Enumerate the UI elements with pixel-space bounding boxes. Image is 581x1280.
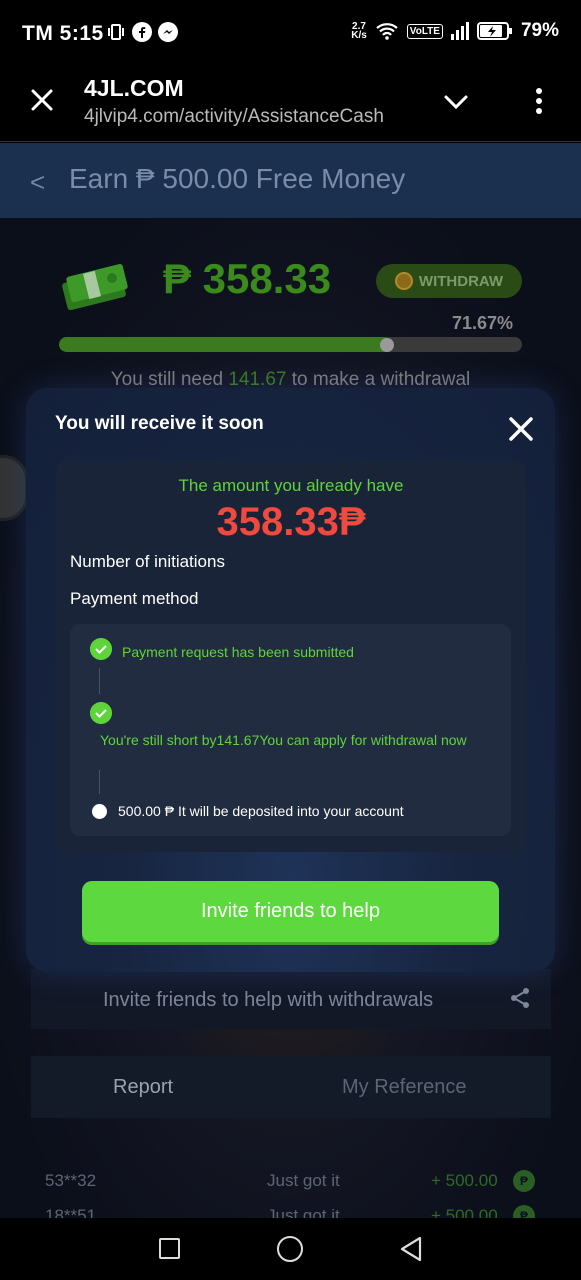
progress-knob bbox=[380, 338, 394, 352]
withdraw-label: WITHDRAW bbox=[418, 272, 504, 290]
step-pending-dot bbox=[92, 804, 107, 819]
peso-coin-icon: ₱ bbox=[513, 1170, 535, 1192]
step-short: You're still short by141.67You can apply… bbox=[100, 732, 467, 748]
progress-percent: 71.67% bbox=[452, 313, 514, 333]
close-icon[interactable] bbox=[28, 86, 56, 114]
net-speed-unit: K/s bbox=[351, 30, 367, 41]
page-title: Earn ₱ 500.00 Free Money bbox=[69, 163, 406, 194]
site-title: 4JL.COM bbox=[84, 75, 184, 101]
amount-card: The amount you already have 358.33₱ Numb… bbox=[56, 460, 526, 852]
invite-text: Invite friends to help with withdrawals bbox=[103, 989, 434, 1011]
battery-icon bbox=[476, 22, 512, 40]
recents-button[interactable] bbox=[159, 1238, 180, 1259]
invite-friends-row[interactable]: Invite friends to help with withdrawals bbox=[31, 969, 551, 1029]
step-deposit: 500.00 ₱ It will be deposited into your … bbox=[118, 803, 404, 819]
notification-icons bbox=[106, 22, 178, 42]
list-item: 53**32 Just got it + 500.00 ₱ bbox=[31, 1163, 551, 1197]
vibrate-icon bbox=[108, 24, 124, 40]
still-need-amount: 141.67 bbox=[228, 369, 287, 390]
list-item: 18**51 Just got it + 500.00 ₱ bbox=[31, 1198, 551, 1218]
back-nav-icon[interactable] bbox=[398, 1235, 424, 1263]
record-user: 53**32 bbox=[45, 1171, 97, 1190]
current-amount: ₱ 358.33 bbox=[163, 255, 332, 302]
progress-fill bbox=[59, 337, 391, 352]
step-connector bbox=[99, 770, 100, 794]
record-status: Just got it bbox=[267, 1206, 340, 1218]
invite-friends-button[interactable]: Invite friends to help bbox=[82, 881, 499, 942]
battery-percent: 79% bbox=[520, 20, 559, 41]
progress-bar bbox=[59, 337, 522, 352]
payment-method-label: Payment method bbox=[70, 589, 199, 608]
check-icon bbox=[90, 702, 112, 724]
tab-bar: Report My Reference bbox=[31, 1056, 551, 1118]
step-connector bbox=[99, 668, 100, 694]
check-icon bbox=[90, 638, 112, 660]
receive-modal: You will receive it soon The amount you … bbox=[26, 388, 555, 972]
signal-icon bbox=[450, 22, 469, 40]
volte-badge: VoLTE bbox=[406, 23, 443, 39]
url-text[interactable]: 4jlvip4.com/activity/AssistanceCash bbox=[84, 106, 414, 128]
have-label: The amount you already have bbox=[178, 476, 404, 495]
withdraw-button[interactable]: WITHDRAW bbox=[376, 264, 522, 298]
facebook-icon bbox=[132, 22, 152, 42]
step-submitted: Payment request has been submitted bbox=[122, 644, 354, 660]
close-icon[interactable] bbox=[507, 415, 535, 443]
record-user: 18**51 bbox=[45, 1206, 97, 1218]
record-value: + 500.00 bbox=[431, 1171, 498, 1190]
more-options-icon[interactable] bbox=[530, 86, 548, 116]
record-value: + 500.00 bbox=[431, 1206, 498, 1218]
wifi-icon bbox=[376, 23, 398, 40]
page-header: < Earn ₱ 500.00 Free Money bbox=[0, 143, 581, 218]
share-icon[interactable] bbox=[509, 987, 531, 1009]
tab-report[interactable]: Report bbox=[113, 1076, 173, 1099]
have-value: 358.33₱ bbox=[216, 500, 366, 544]
system-nav-bar bbox=[0, 1218, 581, 1280]
record-status: Just got it bbox=[267, 1171, 340, 1190]
initiations-label: Number of initiations bbox=[70, 552, 225, 571]
tab-my-reference[interactable]: My Reference bbox=[342, 1076, 467, 1099]
home-button[interactable] bbox=[277, 1236, 303, 1262]
modal-title: You will receive it soon bbox=[55, 413, 264, 434]
still-need-suffix: to make a withdrawal bbox=[286, 369, 471, 390]
coin-icon bbox=[394, 272, 413, 290]
cash-stack-icon bbox=[62, 264, 128, 310]
browser-toolbar: 4JL.COM 4jlvip4.com/activity/AssistanceC… bbox=[0, 66, 581, 142]
messenger-icon bbox=[158, 22, 178, 42]
status-bar: TM 5:15 2.7 K/s VoLTE 79% bbox=[0, 0, 581, 66]
back-button[interactable]: < bbox=[30, 167, 45, 198]
progress-steps: Payment request has been submitted You'r… bbox=[70, 624, 511, 836]
chevron-down-icon[interactable] bbox=[442, 88, 470, 116]
peso-coin-icon: ₱ bbox=[513, 1205, 535, 1218]
system-icons: 2.7 K/s VoLTE 79% bbox=[351, 20, 559, 42]
net-speed: 2.7 K/s bbox=[351, 22, 367, 41]
still-need-prefix: You still need bbox=[110, 369, 229, 390]
status-time: TM 5:15 bbox=[22, 22, 104, 45]
